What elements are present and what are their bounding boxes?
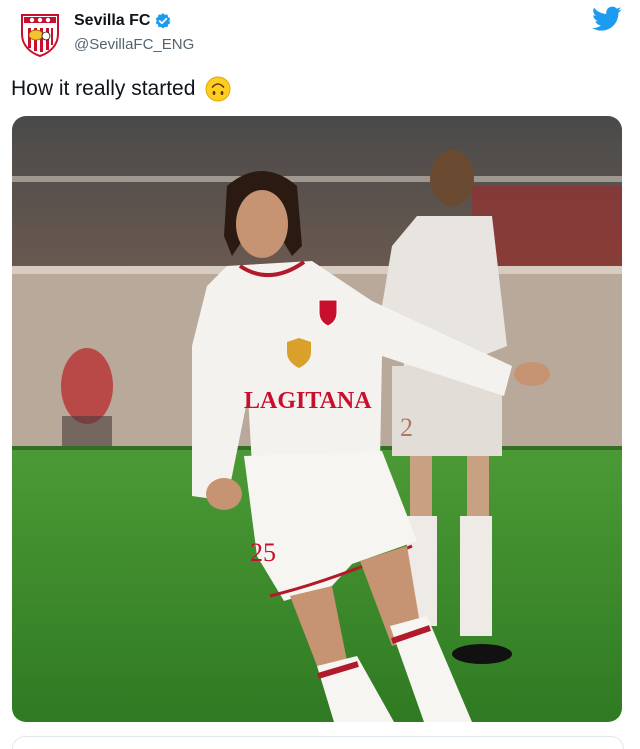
display-name[interactable]: Sevilla FC [74,12,150,30]
handle[interactable]: @SevillaFC_ENG [74,36,194,53]
shirt-number: 25 [250,538,276,567]
background-player-number: 2 [400,413,413,442]
upside-down-face-emoji-icon [205,76,231,102]
sevilla-crest-icon[interactable] [16,10,64,58]
verified-badge-icon [156,13,171,29]
twitter-bird-icon[interactable] [592,6,622,32]
tweet-text: How it really started [11,77,196,100]
shirt-sponsor: LAGITANA [244,388,372,414]
next-card-edge [12,736,624,749]
tweet-photo[interactable]: 2 LAGITANA 25 [12,116,622,722]
